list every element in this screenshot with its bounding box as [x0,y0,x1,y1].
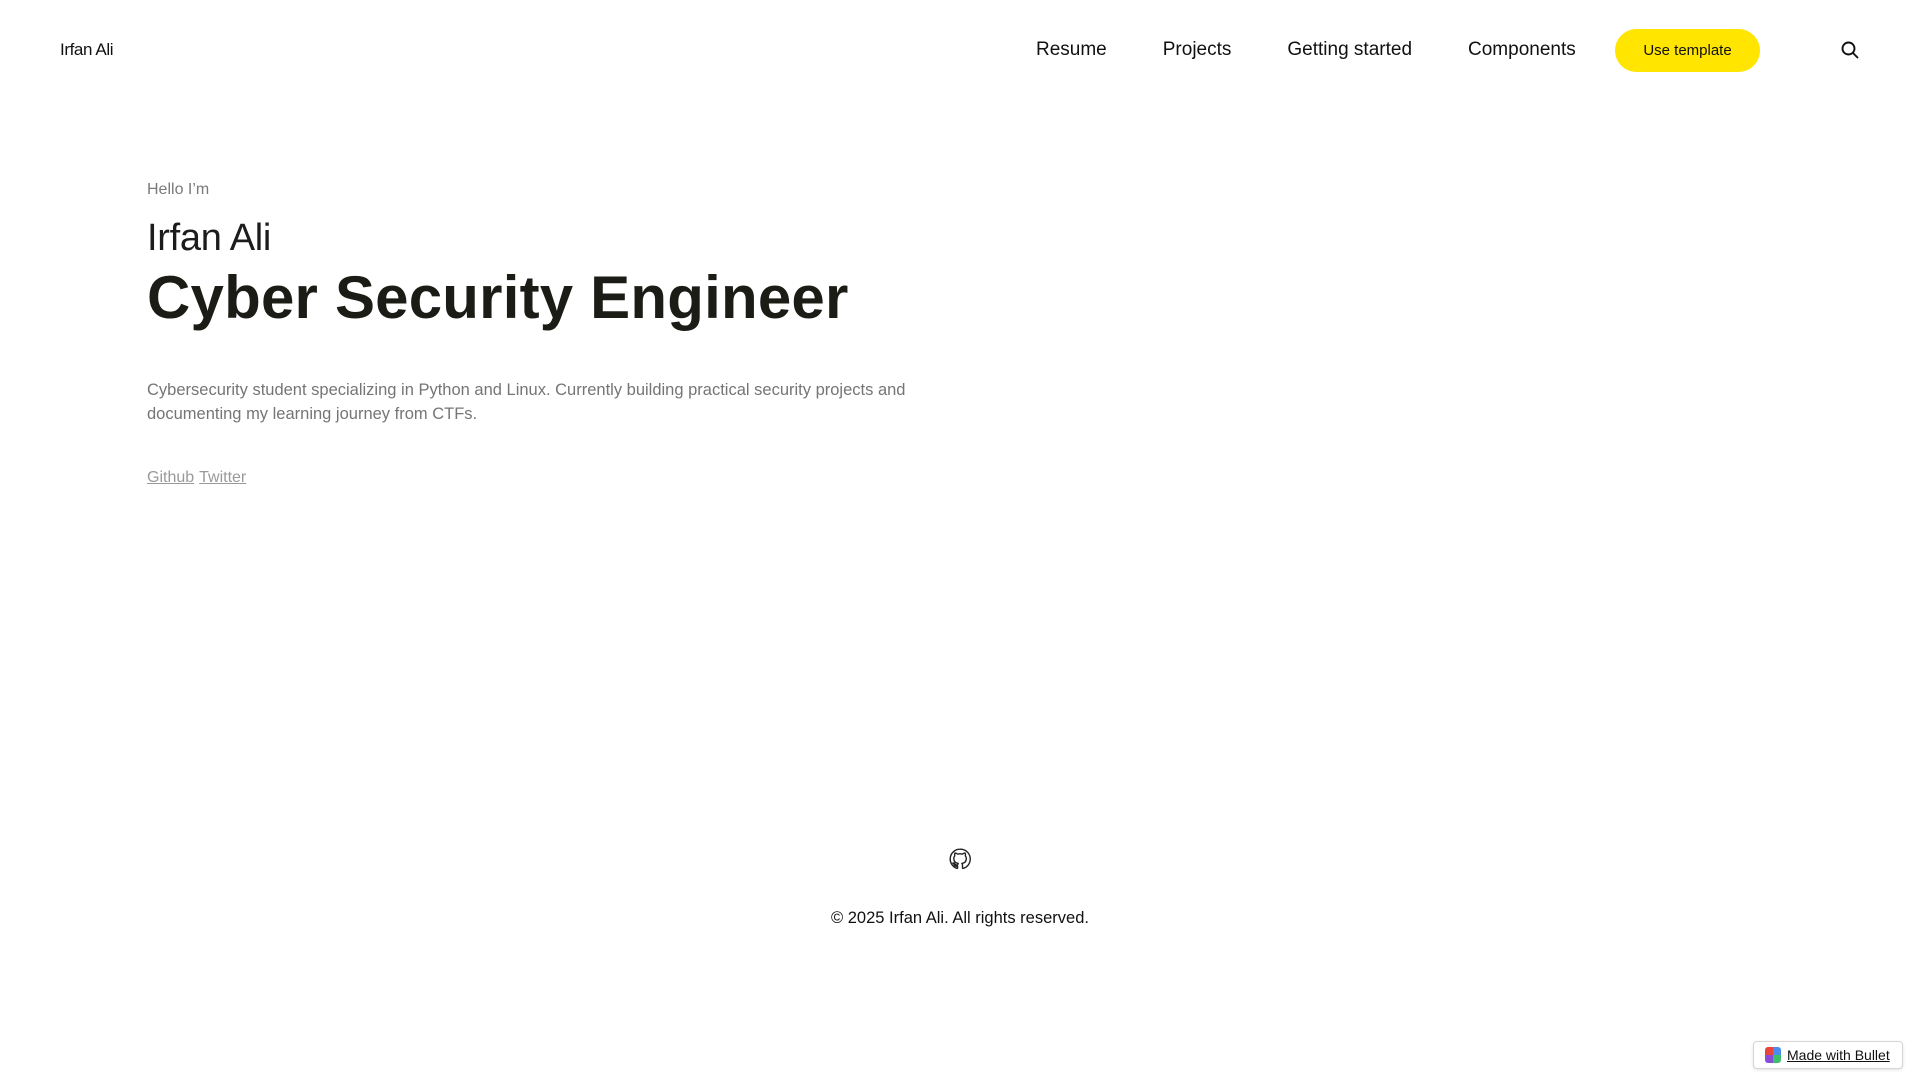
site-header: Irfan Ali Resume Projects Getting starte… [0,0,1920,100]
made-with-bullet-badge[interactable]: Made with Bullet [1753,1041,1903,1069]
hero-greeting: Hello I’m [147,181,210,198]
use-template-button[interactable]: Use template [1615,29,1760,72]
bullet-logo-icon [1765,1047,1781,1063]
nav-item-projects[interactable]: Projects [1163,38,1232,62]
search-icon [1841,41,1859,59]
search-button[interactable] [1838,38,1862,62]
footer-copyright: © 2025 Irfan Ali. All rights reserved. [831,909,1089,927]
footer-github-link[interactable] [947,846,973,872]
badge-label: Made with Bullet [1787,1047,1890,1063]
twitter-link[interactable]: Twitter [199,469,246,486]
hero-name: Irfan Ali [147,217,272,259]
github-link[interactable]: Github [147,469,194,486]
nav-item-components[interactable]: Components [1468,38,1576,62]
github-icon [949,848,971,870]
main-nav: Resume Projects Getting started Componen… [1036,38,1576,62]
nav-item-getting-started[interactable]: Getting started [1287,38,1412,62]
hero-section: Hello I’m Irfan Ali Cyber Security Engin… [147,180,947,488]
hero-bio: Cybersecurity student specializing in Py… [147,381,906,423]
site-logo[interactable]: Irfan Ali [60,40,114,60]
social-links: Github Twitter [147,468,947,488]
hero-title: Cyber Security Engineer [147,264,849,331]
nav-item-resume[interactable]: Resume [1036,38,1107,62]
